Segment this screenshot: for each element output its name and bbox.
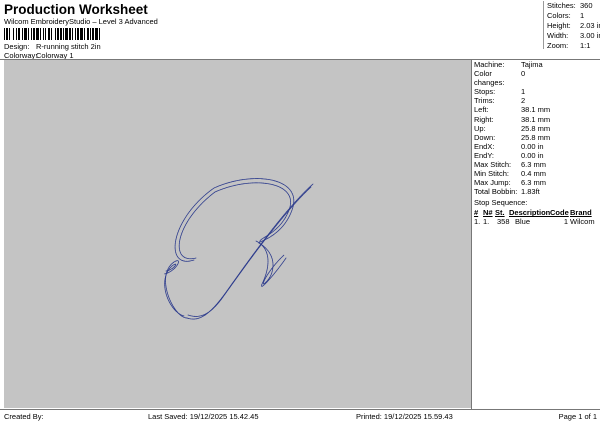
stop-sequence-header: # N# St. Description Code Brand <box>474 208 598 217</box>
detail-value: 0 <box>521 69 526 79</box>
detail-label: Down: <box>474 132 496 142</box>
detail-value: 0.00 in <box>521 150 544 160</box>
summary-row: Height: 2.03 in <box>547 21 600 31</box>
detail-value: 38.1 mm <box>521 105 551 115</box>
stop-description: Blue <box>515 217 531 227</box>
stop-sequence-title: Stop Sequence: <box>474 198 528 208</box>
summary-value: 1 <box>580 11 585 20</box>
stop-num: 1. <box>474 217 481 227</box>
design-preview <box>4 60 471 408</box>
letter-r-stitch-design <box>163 178 314 320</box>
detail-label: Left: <box>474 105 489 115</box>
detail-label: Total Bobbin: <box>474 187 518 197</box>
col-header-description: Description <box>509 208 551 218</box>
detail-label: Max Jump: <box>474 178 511 188</box>
detail-row: Stops: 1 <box>474 87 598 96</box>
detail-row: Min Stitch: 0.4 mm <box>474 169 598 178</box>
stop-needle: 1. <box>483 217 490 227</box>
detail-value: 1.83ft <box>521 187 540 197</box>
detail-value: 38.1 mm <box>521 114 551 124</box>
detail-value: Tajima <box>521 60 543 69</box>
table-row: 1. 1. 358 Blue 1 Wilcom <box>474 217 598 226</box>
detail-label: Color changes: <box>474 69 505 88</box>
detail-row: EndY: 0.00 in <box>474 151 598 160</box>
summary-label: Colors: <box>547 11 571 20</box>
barcode <box>4 28 100 40</box>
summary-value: 1:1 <box>580 41 591 50</box>
detail-label: Up: <box>474 123 486 133</box>
detail-row: Max Jump: 6.3 mm <box>474 178 598 187</box>
last-saved: Last Saved: 19/12/2025 15.42.45 <box>148 412 259 421</box>
detail-value: 6.3 mm <box>521 178 547 188</box>
detail-label: EndY: <box>474 150 495 160</box>
detail-row: Total Bobbin: 1.83ft <box>474 187 598 196</box>
footer: Created By: Last Saved: 19/12/2025 15.42… <box>0 410 600 424</box>
summary-label: Zoom: <box>547 41 569 50</box>
summary-row: Stitches: 360 <box>547 1 600 11</box>
detail-value: 25.8 mm <box>521 132 551 142</box>
detail-label: Stops: <box>474 87 496 97</box>
detail-label: EndX: <box>474 141 495 151</box>
detail-value: 25.8 mm <box>521 123 551 133</box>
summary-value: 3.00 in <box>580 31 600 40</box>
detail-label: Right: <box>474 114 494 124</box>
stop-brand: Wilcom <box>570 217 595 227</box>
summary-row: Zoom: 1:1 <box>547 41 600 51</box>
detail-row: Color changes: 0 <box>474 69 598 87</box>
detail-row: Right: 38.1 mm <box>474 115 598 124</box>
created-by: Created By: <box>4 412 44 421</box>
stop-stitches: 358 <box>495 217 510 227</box>
page-number: Page 1 of 1 <box>558 412 597 421</box>
col-header-brand: Brand <box>570 208 592 218</box>
summary-box: Stitches: 360 Colors: 1 Height: 2.03 in Wid… <box>543 1 600 51</box>
stop-stitches-value: 358 <box>497 217 510 227</box>
detail-value: 6.3 mm <box>521 160 547 170</box>
detail-value: 2 <box>521 96 526 106</box>
detail-value: 0.00 in <box>521 141 544 151</box>
summary-row: Width: 3.00 in <box>547 31 600 41</box>
design-value: R-running stitch 2in <box>36 42 101 51</box>
detail-row: Up: 25.8 mm <box>474 124 598 133</box>
detail-row: Trims: 2 <box>474 96 598 105</box>
stop-code: 1 <box>563 217 568 227</box>
summary-value: 2.03 in <box>580 21 600 30</box>
detail-label: Machine: <box>474 60 505 69</box>
detail-value: 0.4 mm <box>521 169 547 179</box>
summary-value: 360 <box>580 1 593 10</box>
printed-date: Printed: 19/12/2025 15.59.43 <box>356 412 453 421</box>
detail-row: Left: 38.1 mm <box>474 105 598 114</box>
col-header-code: Code <box>550 208 569 218</box>
col-header-stitches: St. <box>495 208 505 218</box>
software-subtitle: Wilcom EmbroideryStudio – Level 3 Advanc… <box>4 17 158 26</box>
panel-divider <box>471 59 472 409</box>
summary-label: Stitches: <box>547 1 576 10</box>
worksheet-title: Production Worksheet <box>4 2 148 17</box>
detail-row: EndX: 0.00 in <box>474 142 598 151</box>
summary-label: Height: <box>547 21 571 30</box>
design-label: Design: <box>4 42 30 51</box>
detail-row: Down: 25.8 mm <box>474 133 598 142</box>
detail-label: Trims: <box>474 96 495 106</box>
detail-label: Max Stitch: <box>474 160 512 170</box>
detail-row: Machine: Tajima <box>474 60 598 69</box>
summary-label: Width: <box>547 31 569 40</box>
design-row: Design: R-running stitch 2in <box>4 42 101 51</box>
detail-row: Max Stitch: 6.3 mm <box>474 160 598 169</box>
summary-row: Colors: 1 <box>547 11 600 21</box>
detail-value: 1 <box>521 87 526 97</box>
detail-label: Min Stitch: <box>474 169 510 179</box>
col-header-needle: N# <box>483 208 493 218</box>
col-header-num: # <box>474 208 479 218</box>
details-panel: Machine: Tajima Color changes: 0 Stops: 1 T… <box>474 60 598 226</box>
